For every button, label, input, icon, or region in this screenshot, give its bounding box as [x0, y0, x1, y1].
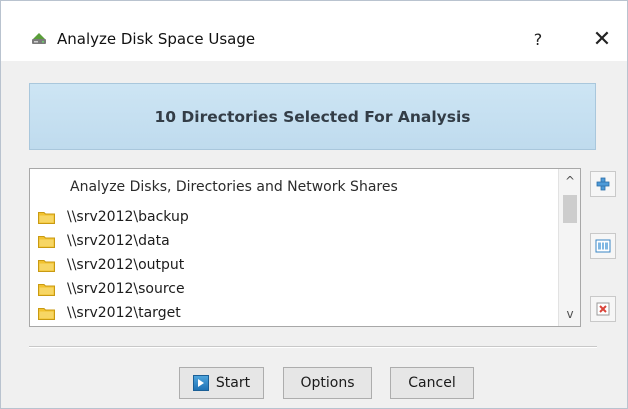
cancel-button[interactable]: Cancel — [390, 367, 474, 399]
start-button[interactable]: Start — [179, 367, 264, 399]
options-button-label: Options — [300, 375, 355, 391]
remove-icon — [596, 302, 610, 316]
folder-icon — [38, 259, 55, 272]
add-directory-button[interactable] — [590, 171, 616, 197]
folder-icon — [38, 283, 55, 296]
remove-directory-button[interactable] — [590, 296, 616, 322]
list-item[interactable]: \\srv2012\data — [38, 229, 189, 253]
start-button-label: Start — [215, 375, 251, 391]
window-title: Analyze Disk Space Usage — [57, 30, 256, 48]
folder-icon — [38, 211, 55, 224]
folder-icon — [38, 235, 55, 248]
banner-text: 10 Directories Selected For Analysis — [154, 107, 471, 126]
properties-icon — [595, 239, 611, 253]
cancel-button-label: Cancel — [408, 375, 456, 391]
list-item[interactable]: \\srv2012\source — [38, 277, 189, 301]
list-item[interactable]: \\srv2012\backup — [38, 205, 189, 229]
play-icon — [192, 375, 209, 391]
list-item[interactable]: \\srv2012\output — [38, 253, 189, 277]
add-icon — [596, 177, 610, 191]
scroll-up-button[interactable]: ^ — [561, 171, 579, 191]
vertical-scrollbar[interactable]: ^ v — [558, 169, 580, 326]
folder-icon — [38, 307, 55, 320]
list-item[interactable]: \\srv2012\target — [38, 301, 189, 325]
list-item-label: \\srv2012\output — [67, 257, 185, 273]
list-item-label: \\srv2012\backup — [67, 209, 189, 225]
app-disk-icon — [32, 33, 46, 44]
list-header: Analyze Disks, Directories and Network S… — [70, 179, 398, 195]
help-button[interactable]: ? — [518, 25, 558, 55]
close-button[interactable]: ✕ — [580, 25, 624, 55]
separator — [29, 346, 597, 348]
scroll-thumb[interactable] — [563, 195, 577, 223]
scroll-down-button[interactable]: v — [561, 304, 579, 324]
selection-summary-banner: 10 Directories Selected For Analysis — [29, 83, 596, 150]
edit-directories-button[interactable] — [590, 233, 616, 259]
list-item-label: \\srv2012\source — [67, 281, 185, 297]
options-button[interactable]: Options — [283, 367, 372, 399]
directories-list[interactable]: Analyze Disks, Directories and Network S… — [29, 168, 581, 327]
list-item-label: \\srv2012\target — [67, 305, 181, 321]
title-bar: Analyze Disk Space Usage ? ✕ — [1, 1, 627, 61]
analyze-disk-space-dialog: Analyze Disk Space Usage ? ✕ 10 Director… — [0, 0, 628, 409]
list-item-label: \\srv2012\data — [67, 233, 170, 249]
